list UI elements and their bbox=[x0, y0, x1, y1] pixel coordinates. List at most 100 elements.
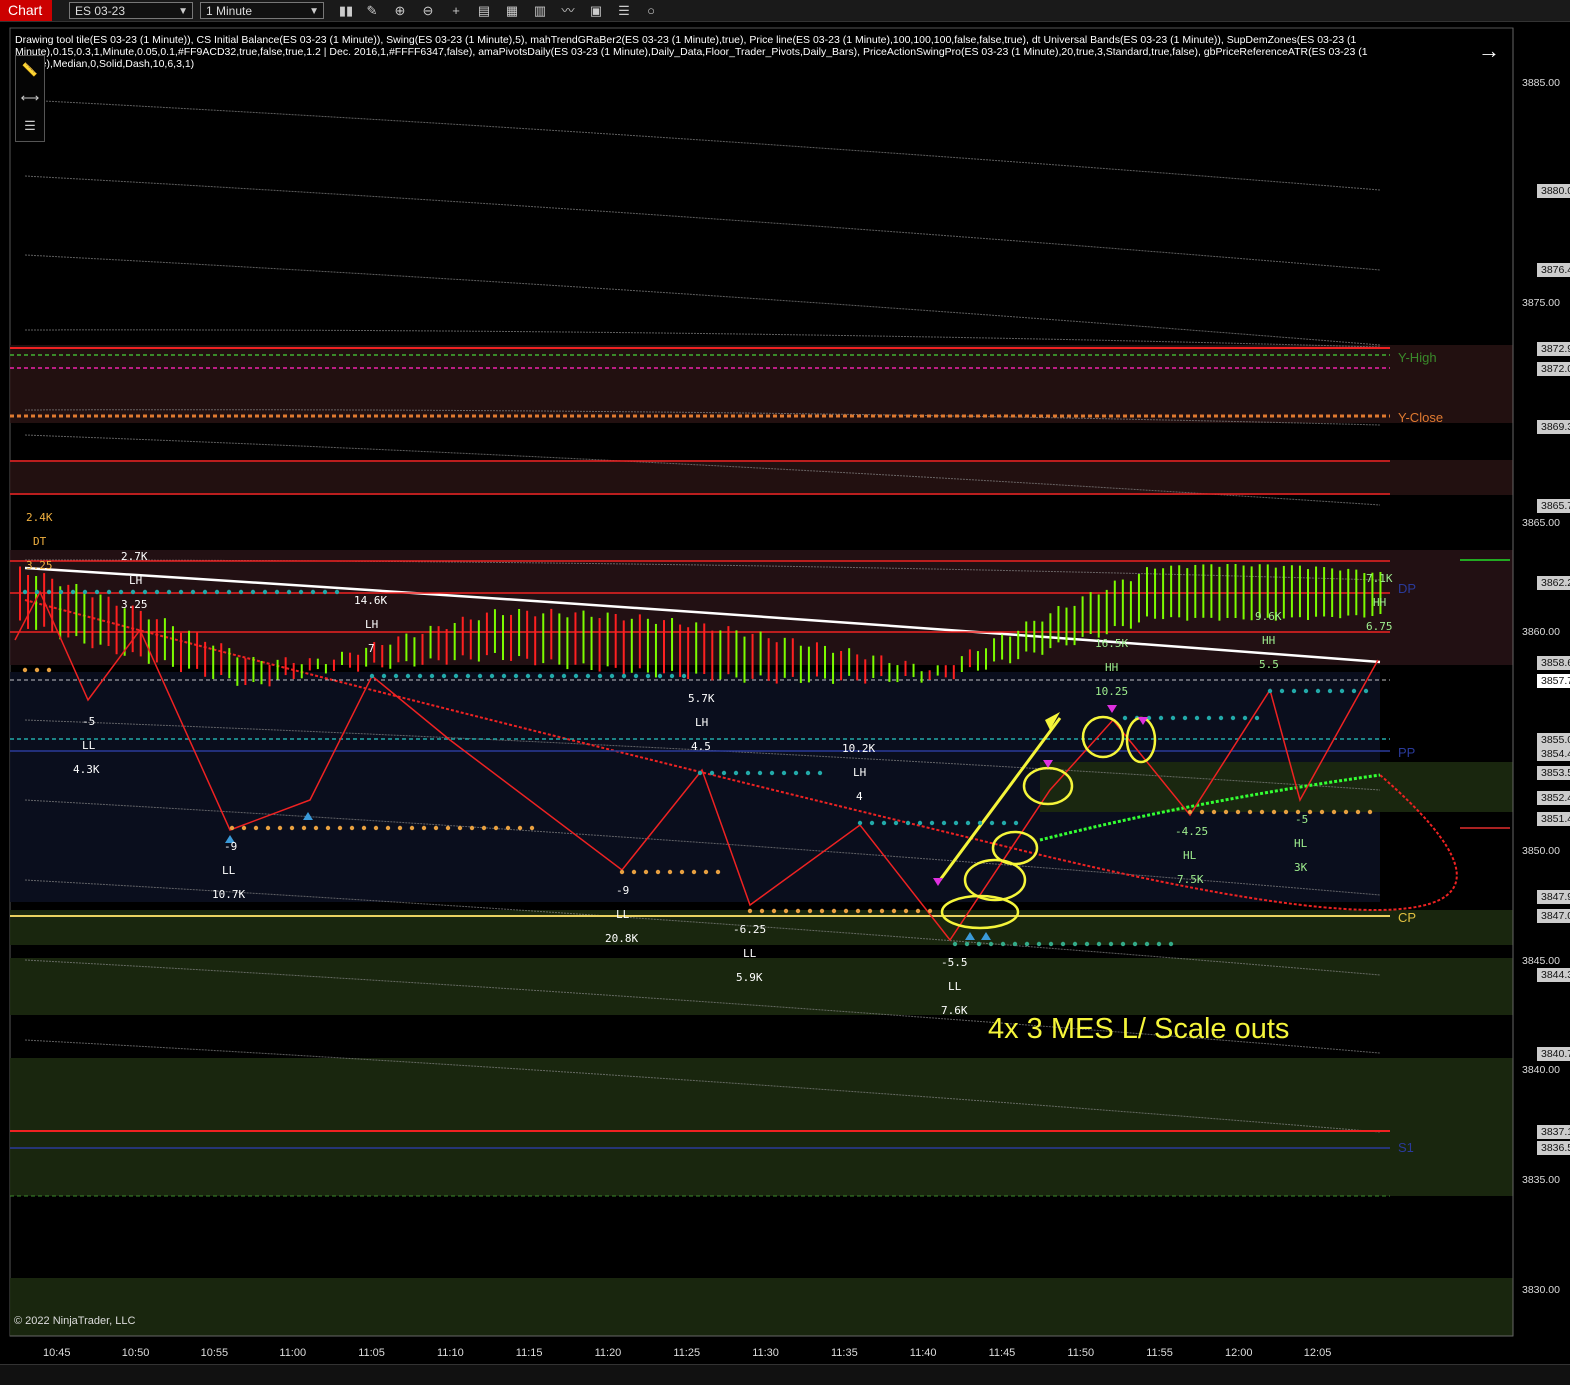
price-tick: 3840.00 bbox=[1522, 1064, 1560, 1076]
ref-dot bbox=[989, 820, 995, 826]
ref-dot bbox=[1036, 941, 1042, 947]
ref-dot bbox=[781, 770, 787, 776]
menu-icon[interactable]: ☰ bbox=[16, 112, 44, 140]
swing-label: -9 bbox=[616, 884, 630, 897]
ref-dot bbox=[229, 825, 235, 831]
ref-dot bbox=[645, 673, 651, 679]
price-label: 3876.49 bbox=[1537, 263, 1570, 277]
ref-dot bbox=[869, 820, 875, 826]
ref-dot bbox=[1187, 809, 1193, 815]
ref-dot bbox=[525, 673, 531, 679]
indicator-list: Drawing tool tile(ES 03-23 (1 Minute)), … bbox=[15, 34, 1368, 70]
ref-dot bbox=[881, 820, 887, 826]
zone-label: Y-High bbox=[1398, 350, 1437, 365]
ref-dot bbox=[1351, 688, 1357, 694]
swing-label: HH bbox=[1105, 661, 1119, 674]
ref-dot bbox=[405, 673, 411, 679]
swing-label: -5 bbox=[82, 715, 96, 728]
ref-dot bbox=[805, 770, 811, 776]
drawing-side-toolbar: 📏 ⟷ ☰ bbox=[15, 55, 45, 142]
ref-dot bbox=[867, 908, 873, 914]
ref-dot bbox=[457, 825, 463, 831]
ref-dot bbox=[669, 673, 675, 679]
ref-dot bbox=[118, 589, 124, 595]
ref-dot bbox=[289, 825, 295, 831]
ref-dot bbox=[298, 589, 304, 595]
swing-label: HL bbox=[1294, 837, 1308, 850]
ref-dot bbox=[1223, 809, 1229, 815]
ref-dot bbox=[1122, 715, 1128, 721]
ref-dot bbox=[1355, 809, 1361, 815]
ref-dot bbox=[927, 908, 933, 914]
ref-dot bbox=[46, 589, 52, 595]
ref-dot bbox=[1267, 688, 1273, 694]
price-label: 3851.48 bbox=[1537, 812, 1570, 826]
ref-dot bbox=[106, 589, 112, 595]
ref-dot bbox=[561, 673, 567, 679]
ref-dot bbox=[70, 589, 76, 595]
ref-dot bbox=[1199, 809, 1205, 815]
ref-dot bbox=[964, 941, 970, 947]
price-tick: 3875.00 bbox=[1522, 297, 1560, 309]
horizontal-resize-icon[interactable]: ⟷ bbox=[16, 84, 44, 112]
ref-dot bbox=[549, 673, 555, 679]
ref-dot bbox=[501, 673, 507, 679]
price-chart[interactable] bbox=[0, 0, 1570, 1384]
price-label: 3837.19 bbox=[1537, 1125, 1570, 1139]
arrow-right-icon[interactable]: → bbox=[1478, 38, 1500, 64]
price-tick: 3850.00 bbox=[1522, 845, 1560, 857]
ref-dot bbox=[214, 589, 220, 595]
ref-dot bbox=[1235, 809, 1241, 815]
swing-label: LL bbox=[948, 980, 962, 993]
ref-dot bbox=[915, 908, 921, 914]
ref-dot bbox=[441, 673, 447, 679]
ruler-icon[interactable]: 📏 bbox=[16, 56, 44, 84]
ref-dot bbox=[1158, 715, 1164, 721]
ref-dot bbox=[310, 589, 316, 595]
ref-dot bbox=[154, 589, 160, 595]
ref-dot bbox=[313, 825, 319, 831]
trade-note: 4x 3 MES L/ Scale outs bbox=[988, 1013, 1290, 1045]
ref-dot bbox=[643, 869, 649, 875]
swing-label: 2.4K bbox=[26, 511, 53, 524]
price-label: 3852.44 bbox=[1537, 791, 1570, 805]
ref-dot bbox=[22, 589, 28, 595]
time-tick: 11:40 bbox=[909, 1347, 937, 1359]
time-tick: 12:00 bbox=[1225, 1347, 1253, 1359]
ref-dot bbox=[633, 673, 639, 679]
price-label: 3869.34 bbox=[1537, 420, 1570, 434]
ref-dot bbox=[253, 825, 259, 831]
ref-dot bbox=[831, 908, 837, 914]
swing-label: LH bbox=[365, 618, 379, 631]
price-label: 3855.05 bbox=[1537, 733, 1570, 747]
ref-dot bbox=[697, 770, 703, 776]
ref-dot bbox=[1013, 820, 1019, 826]
swing-label: 14.6K bbox=[354, 594, 388, 607]
swing-label: LL bbox=[82, 739, 96, 752]
ref-dot bbox=[657, 673, 663, 679]
horizontal-scrollbar[interactable] bbox=[0, 1364, 1570, 1385]
time-tick: 11:45 bbox=[988, 1347, 1016, 1359]
ref-dot bbox=[22, 667, 28, 673]
ref-dot bbox=[715, 869, 721, 875]
ref-dot bbox=[1315, 688, 1321, 694]
ref-dot bbox=[1072, 941, 1078, 947]
ref-dot bbox=[274, 589, 280, 595]
ref-dot bbox=[1024, 941, 1030, 947]
zone-label: Y-Close bbox=[1398, 410, 1444, 425]
ref-dot bbox=[1339, 688, 1345, 694]
ref-dot bbox=[537, 673, 543, 679]
ref-dot bbox=[1012, 941, 1018, 947]
ref-dot bbox=[1307, 809, 1313, 815]
ref-dot bbox=[917, 820, 923, 826]
ref-dot bbox=[453, 673, 459, 679]
demand-zone bbox=[10, 1278, 1513, 1336]
price-tick: 3860.00 bbox=[1522, 626, 1560, 638]
price-tick: 3865.00 bbox=[1522, 517, 1560, 529]
swing-label: 9.6K bbox=[1255, 610, 1282, 623]
zone-label: CP bbox=[1398, 910, 1417, 925]
ref-dot bbox=[757, 770, 763, 776]
ref-dot bbox=[361, 825, 367, 831]
ref-dot bbox=[976, 941, 982, 947]
ref-dot bbox=[667, 869, 673, 875]
